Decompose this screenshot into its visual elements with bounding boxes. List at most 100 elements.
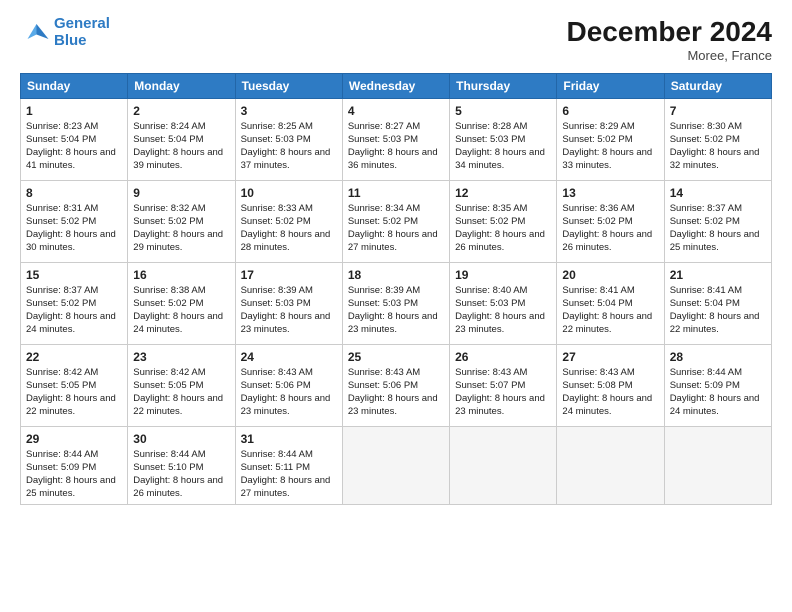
day-number: 1 [26, 103, 122, 119]
sunset-label: Sunset: 5:07 PM [455, 380, 525, 391]
calendar-cell: 13 Sunrise: 8:36 AM Sunset: 5:02 PM Dayl… [557, 181, 664, 263]
calendar-cell: 12 Sunrise: 8:35 AM Sunset: 5:02 PM Dayl… [450, 181, 557, 263]
daylight-label: Daylight: 8 hours and 23 minutes. [241, 393, 331, 417]
sunset-label: Sunset: 5:06 PM [348, 380, 418, 391]
calendar-cell: 8 Sunrise: 8:31 AM Sunset: 5:02 PM Dayli… [21, 181, 128, 263]
day-number: 4 [348, 103, 444, 119]
daylight-label: Daylight: 8 hours and 23 minutes. [348, 311, 438, 335]
day-number: 9 [133, 185, 229, 201]
sunset-label: Sunset: 5:02 PM [670, 134, 740, 145]
calendar-cell [342, 427, 449, 505]
logo: General Blue [20, 16, 110, 49]
day-number: 30 [133, 431, 229, 447]
daylight-label: Daylight: 8 hours and 24 minutes. [562, 393, 652, 417]
month-title: December 2024 [567, 16, 772, 48]
sunrise-label: Sunrise: 8:32 AM [133, 203, 205, 214]
sunrise-label: Sunrise: 8:34 AM [348, 203, 420, 214]
day-number: 23 [133, 349, 229, 365]
calendar-cell: 29 Sunrise: 8:44 AM Sunset: 5:09 PM Dayl… [21, 427, 128, 505]
day-number: 17 [241, 267, 337, 283]
sunset-label: Sunset: 5:06 PM [241, 380, 311, 391]
sunset-label: Sunset: 5:02 PM [455, 216, 525, 227]
day-number: 15 [26, 267, 122, 283]
day-number: 16 [133, 267, 229, 283]
daylight-label: Daylight: 8 hours and 24 minutes. [26, 311, 116, 335]
calendar-cell: 5 Sunrise: 8:28 AM Sunset: 5:03 PM Dayli… [450, 99, 557, 181]
daylight-label: Daylight: 8 hours and 39 minutes. [133, 147, 223, 171]
day-number: 7 [670, 103, 766, 119]
calendar-cell: 19 Sunrise: 8:40 AM Sunset: 5:03 PM Dayl… [450, 263, 557, 345]
daylight-label: Daylight: 8 hours and 27 minutes. [241, 475, 331, 499]
day-number: 2 [133, 103, 229, 119]
sunset-label: Sunset: 5:04 PM [26, 134, 96, 145]
calendar-cell: 31 Sunrise: 8:44 AM Sunset: 5:11 PM Dayl… [235, 427, 342, 505]
daylight-label: Daylight: 8 hours and 22 minutes. [26, 393, 116, 417]
calendar-cell: 17 Sunrise: 8:39 AM Sunset: 5:03 PM Dayl… [235, 263, 342, 345]
sunset-label: Sunset: 5:03 PM [455, 298, 525, 309]
weekday-header-saturday: Saturday [664, 74, 771, 99]
calendar-cell: 2 Sunrise: 8:24 AM Sunset: 5:04 PM Dayli… [128, 99, 235, 181]
logo-line1: General [54, 15, 110, 32]
calendar-cell: 15 Sunrise: 8:37 AM Sunset: 5:02 PM Dayl… [21, 263, 128, 345]
weekday-header-wednesday: Wednesday [342, 74, 449, 99]
sunset-label: Sunset: 5:03 PM [348, 298, 418, 309]
calendar-cell: 20 Sunrise: 8:41 AM Sunset: 5:04 PM Dayl… [557, 263, 664, 345]
sunrise-label: Sunrise: 8:31 AM [26, 203, 98, 214]
day-number: 3 [241, 103, 337, 119]
daylight-label: Daylight: 8 hours and 30 minutes. [26, 229, 116, 253]
sunset-label: Sunset: 5:08 PM [562, 380, 632, 391]
daylight-label: Daylight: 8 hours and 23 minutes. [348, 393, 438, 417]
daylight-label: Daylight: 8 hours and 26 minutes. [455, 229, 545, 253]
day-number: 18 [348, 267, 444, 283]
sunrise-label: Sunrise: 8:39 AM [348, 285, 420, 296]
sunrise-label: Sunrise: 8:39 AM [241, 285, 313, 296]
sunset-label: Sunset: 5:05 PM [26, 380, 96, 391]
sunrise-label: Sunrise: 8:30 AM [670, 121, 742, 132]
day-number: 26 [455, 349, 551, 365]
calendar-cell [664, 427, 771, 505]
week-row-2: 8 Sunrise: 8:31 AM Sunset: 5:02 PM Dayli… [21, 181, 772, 263]
calendar-cell: 30 Sunrise: 8:44 AM Sunset: 5:10 PM Dayl… [128, 427, 235, 505]
calendar-cell: 16 Sunrise: 8:38 AM Sunset: 5:02 PM Dayl… [128, 263, 235, 345]
day-number: 20 [562, 267, 658, 283]
sunset-label: Sunset: 5:02 PM [26, 298, 96, 309]
calendar-cell: 27 Sunrise: 8:43 AM Sunset: 5:08 PM Dayl… [557, 345, 664, 427]
sunset-label: Sunset: 5:04 PM [133, 134, 203, 145]
daylight-label: Daylight: 8 hours and 22 minutes. [133, 393, 223, 417]
daylight-label: Daylight: 8 hours and 24 minutes. [670, 393, 760, 417]
sunset-label: Sunset: 5:02 PM [241, 216, 311, 227]
day-number: 10 [241, 185, 337, 201]
weekday-header-tuesday: Tuesday [235, 74, 342, 99]
day-number: 21 [670, 267, 766, 283]
day-number: 24 [241, 349, 337, 365]
page: General Blue December 2024 Moree, France… [0, 0, 792, 612]
sunrise-label: Sunrise: 8:44 AM [241, 449, 313, 460]
sunrise-label: Sunrise: 8:28 AM [455, 121, 527, 132]
sunset-label: Sunset: 5:02 PM [26, 216, 96, 227]
sunrise-label: Sunrise: 8:24 AM [133, 121, 205, 132]
daylight-label: Daylight: 8 hours and 34 minutes. [455, 147, 545, 171]
sunrise-label: Sunrise: 8:37 AM [670, 203, 742, 214]
logo-text: General Blue [54, 16, 110, 49]
sunrise-label: Sunrise: 8:43 AM [348, 367, 420, 378]
week-row-5: 29 Sunrise: 8:44 AM Sunset: 5:09 PM Dayl… [21, 427, 772, 505]
calendar-cell: 28 Sunrise: 8:44 AM Sunset: 5:09 PM Dayl… [664, 345, 771, 427]
daylight-label: Daylight: 8 hours and 23 minutes. [455, 311, 545, 335]
daylight-label: Daylight: 8 hours and 24 minutes. [133, 311, 223, 335]
sunset-label: Sunset: 5:02 PM [670, 216, 740, 227]
sunset-label: Sunset: 5:11 PM [241, 462, 311, 473]
sunrise-label: Sunrise: 8:38 AM [133, 285, 205, 296]
sunrise-label: Sunrise: 8:42 AM [26, 367, 98, 378]
sunrise-label: Sunrise: 8:25 AM [241, 121, 313, 132]
daylight-label: Daylight: 8 hours and 22 minutes. [670, 311, 760, 335]
day-number: 22 [26, 349, 122, 365]
sunrise-label: Sunrise: 8:43 AM [241, 367, 313, 378]
sunset-label: Sunset: 5:02 PM [133, 298, 203, 309]
calendar-cell: 6 Sunrise: 8:29 AM Sunset: 5:02 PM Dayli… [557, 99, 664, 181]
day-number: 31 [241, 431, 337, 447]
daylight-label: Daylight: 8 hours and 28 minutes. [241, 229, 331, 253]
sunset-label: Sunset: 5:03 PM [241, 298, 311, 309]
calendar-cell: 9 Sunrise: 8:32 AM Sunset: 5:02 PM Dayli… [128, 181, 235, 263]
week-row-1: 1 Sunrise: 8:23 AM Sunset: 5:04 PM Dayli… [21, 99, 772, 181]
location: Moree, France [567, 48, 772, 63]
